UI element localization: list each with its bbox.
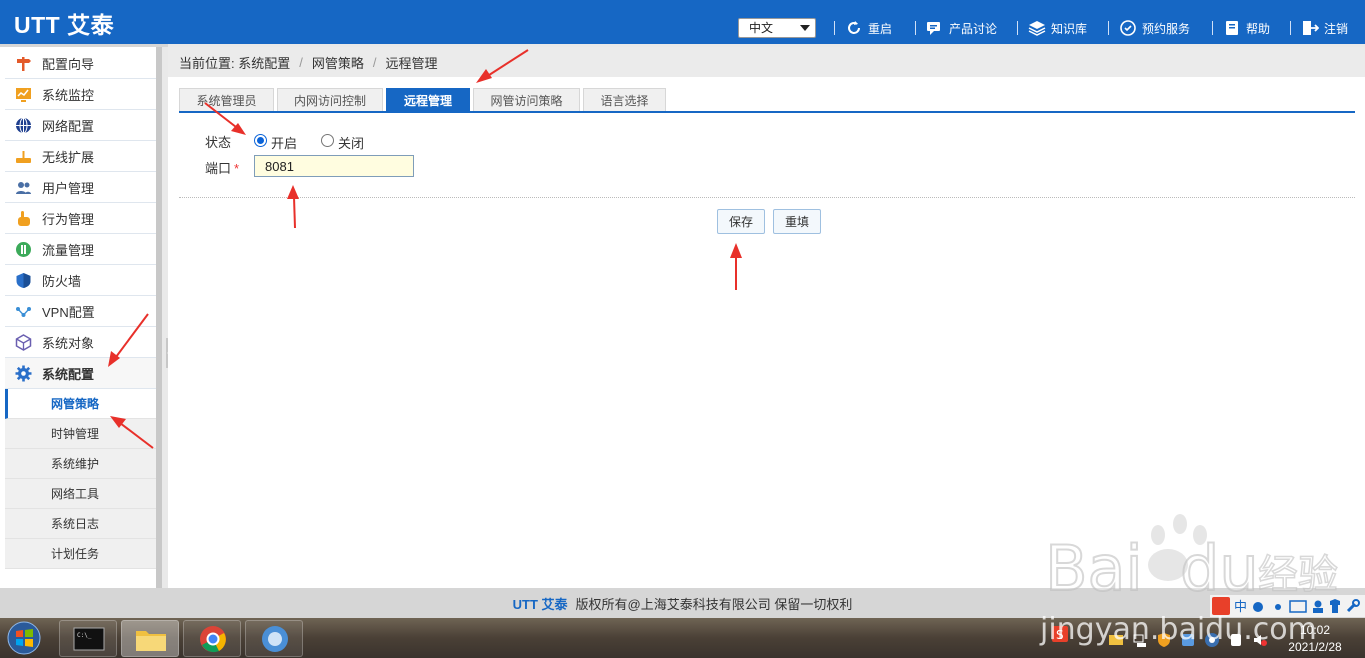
watermark-text: jingyan.baidu.com [1040, 612, 1317, 647]
svg-text:du: du [1180, 532, 1259, 605]
footer-brand: UTT 艾泰 [512, 596, 568, 612]
app-icon [262, 626, 288, 652]
taskbar-app[interactable] [245, 620, 303, 657]
windows-start-icon[interactable] [4, 620, 44, 656]
svg-text:经验: 经验 [1258, 552, 1338, 598]
footer-copyright: 版权所有@上海艾泰科技有限公司 保留一切权利 [575, 596, 853, 612]
folder-icon [136, 631, 166, 651]
taskbar-cmd[interactable]: C:\_ [59, 620, 117, 657]
terminal-icon: C:\_ [73, 627, 105, 651]
taskbar-chrome[interactable] [183, 620, 241, 657]
svg-text:Bai: Bai [1045, 532, 1143, 605]
svg-text:C:\_: C:\_ [77, 632, 92, 639]
chrome-icon [200, 626, 226, 653]
baidu-watermark-logo: Bai du 经验 [1044, 514, 1339, 606]
taskbar-explorer[interactable] [121, 620, 179, 657]
